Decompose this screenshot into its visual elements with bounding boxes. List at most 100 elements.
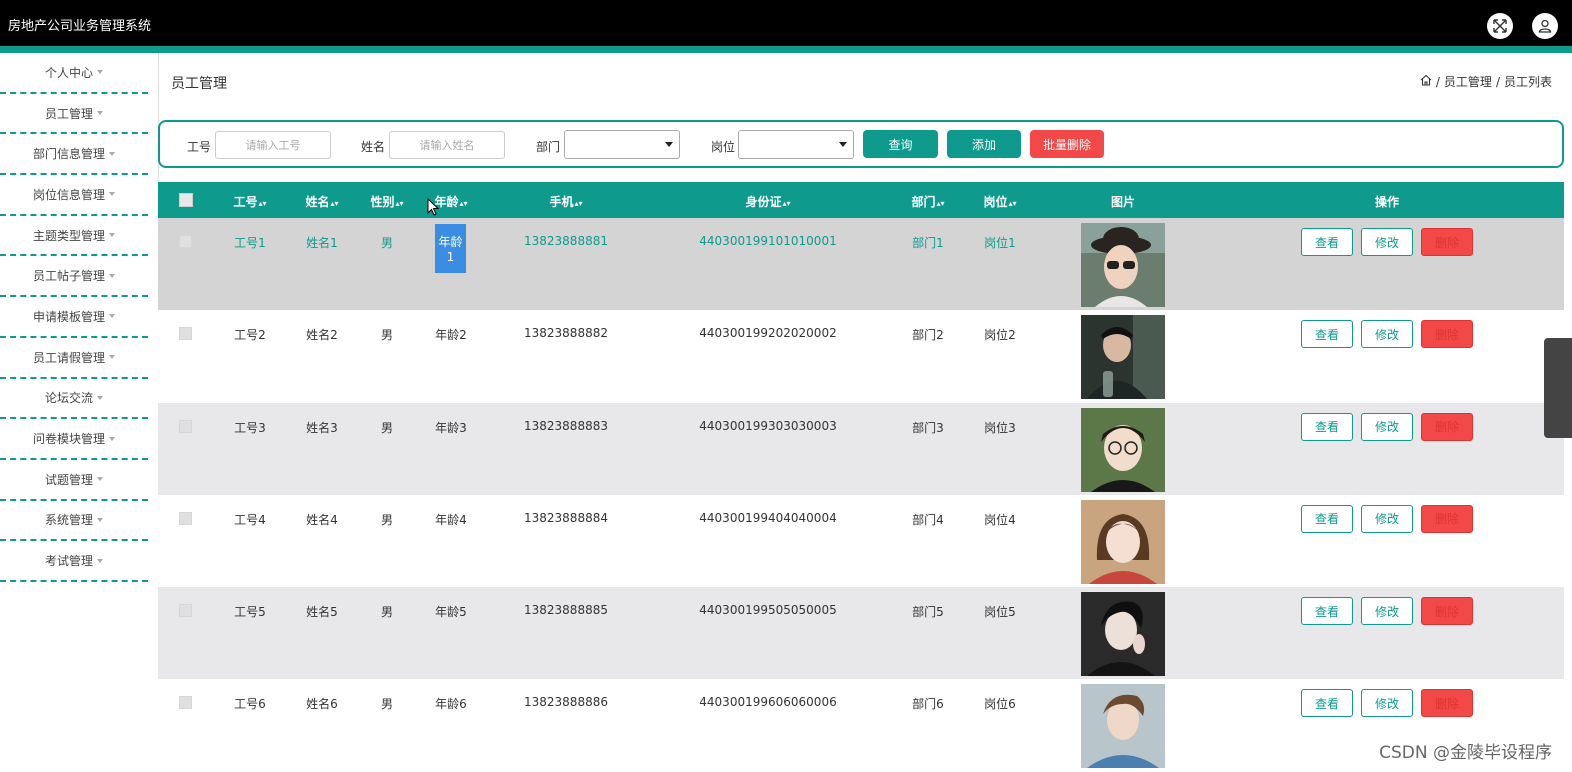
table-row[interactable]: 工号2 姓名2 男 年龄2 13823888882 44030019920202…	[158, 310, 1564, 403]
select-all-checkbox[interactable]	[179, 193, 193, 207]
column-header-label: 岗位	[983, 195, 1008, 209]
breadcrumb-item-employee-list: 员工列表	[1503, 75, 1552, 89]
column-header-gangwei[interactable]: 岗位▴▾	[970, 193, 1030, 210]
breadcrumb-item-employee-management[interactable]: 员工管理	[1444, 73, 1492, 90]
table-row[interactable]: 工号1 姓名1 男 年龄1 13823888881 44030019910101…	[158, 218, 1564, 311]
cell-shenfenzheng: 440300199303030003	[699, 418, 837, 433]
row-checkbox[interactable]	[179, 604, 192, 618]
column-header-bumen[interactable]: 部门▴▾	[898, 193, 958, 210]
sidebar-item-employee-post[interactable]: 员工帖子管理	[0, 256, 148, 298]
sidebar-item-label: 员工帖子管理	[32, 269, 105, 284]
cell-shouji: 13823888882	[524, 326, 608, 341]
view-button[interactable]: 查看	[1301, 228, 1353, 256]
cell-xingbie: 男	[380, 605, 393, 620]
row-checkbox[interactable]	[179, 696, 192, 710]
column-header-shenfenzheng[interactable]: 身份证▴▾	[718, 193, 818, 210]
cell-xingming: 姓名4	[306, 512, 338, 527]
cell-shenfenzheng: 440300199606060006	[699, 695, 837, 710]
row-checkbox[interactable]	[179, 419, 192, 433]
sort-icon: ▴▾	[459, 199, 468, 208]
chevron-down-icon	[109, 273, 115, 278]
sidebar-item-questions[interactable]: 试题管理	[0, 460, 148, 501]
cell-nianling: 年龄1	[435, 224, 466, 273]
delete-button[interactable]: 删除	[1421, 320, 1473, 349]
edit-button[interactable]: 修改	[1361, 412, 1413, 441]
column-header-gonghao[interactable]: 工号▴▾	[220, 193, 280, 210]
employee-photo[interactable]	[1081, 223, 1165, 307]
delete-button[interactable]: 删除	[1421, 228, 1473, 256]
view-button[interactable]: 查看	[1301, 597, 1353, 626]
table-row[interactable]: 工号5 姓名5 男 年龄5 13823888885 44030019950505…	[158, 587, 1564, 680]
edit-button[interactable]: 修改	[1361, 504, 1413, 533]
table-row[interactable]: 工号6 姓名6 男 年龄6 13823888886 44030019960606…	[158, 679, 1564, 772]
add-button[interactable]: 添加	[947, 130, 1021, 158]
sidebar-item-survey[interactable]: 问卷模块管理	[0, 419, 148, 460]
cell-bumen: 部门4	[912, 512, 944, 527]
edit-button[interactable]: 修改	[1361, 597, 1413, 626]
xingming-label: 姓名	[361, 140, 386, 154]
breadcrumb: / 员工管理 / 员工列表	[1420, 73, 1552, 90]
sidebar-item-label: 员工请假管理	[32, 350, 105, 365]
gangwei-select[interactable]	[738, 130, 854, 159]
sidebar-item-system[interactable]: 系统管理	[0, 501, 148, 542]
xingming-input[interactable]	[389, 131, 505, 159]
gonghao-label: 工号	[187, 140, 212, 154]
sidebar-item-position[interactable]: 岗位信息管理	[0, 175, 148, 216]
fullscreen-icon[interactable]	[1487, 13, 1513, 39]
view-button[interactable]: 查看	[1301, 689, 1353, 718]
cell-bumen: 部门3	[912, 420, 944, 435]
cell-xingbie: 男	[380, 512, 393, 527]
delete-button[interactable]: 删除	[1421, 412, 1473, 441]
employee-photo[interactable]	[1081, 499, 1165, 584]
sidebar-item-apply-template[interactable]: 申请模板管理	[0, 297, 148, 338]
row-checkbox[interactable]	[179, 235, 192, 248]
employee-table: 工号▴▾ 姓名▴▾ 性别▴▾ 年龄▴▾ 手机▴▾ 身份证▴▾ 部门▴▾ 岗位▴▾…	[158, 182, 1564, 772]
gonghao-input[interactable]	[215, 131, 331, 159]
sidebar-item-exam[interactable]: 考试管理	[0, 541, 148, 582]
sidebar-item-label: 考试管理	[44, 554, 93, 569]
table-row[interactable]: 工号3 姓名3 男 年龄3 13823888883 44030019930303…	[158, 402, 1564, 495]
sidebar-item-employee[interactable]: 员工管理	[0, 94, 148, 135]
employee-photo[interactable]	[1081, 407, 1165, 492]
cell-nianling: 年龄3	[435, 420, 467, 435]
side-collapse-tab[interactable]	[1544, 338, 1572, 438]
top-bar: 房地产公司业务管理系统	[0, 0, 1572, 46]
home-icon[interactable]	[1420, 74, 1432, 89]
view-button[interactable]: 查看	[1301, 504, 1353, 533]
column-header-xingbie[interactable]: 性别▴▾	[357, 193, 417, 210]
delete-button[interactable]: 删除	[1421, 689, 1473, 718]
batch-delete-button[interactable]: 批量删除	[1030, 130, 1104, 158]
column-header-tupian: 图片	[1110, 195, 1135, 209]
table-header: 工号▴▾ 姓名▴▾ 性别▴▾ 年龄▴▾ 手机▴▾ 身份证▴▾ 部门▴▾ 岗位▴▾…	[158, 182, 1564, 218]
sidebar-item-forum[interactable]: 论坛交流	[0, 379, 148, 420]
chevron-down-icon	[839, 142, 847, 147]
edit-button[interactable]: 修改	[1361, 320, 1413, 349]
row-checkbox[interactable]	[179, 511, 192, 525]
bumen-select[interactable]	[564, 130, 680, 159]
cell-gangwei: 岗位5	[984, 605, 1016, 620]
row-checkbox[interactable]	[179, 327, 192, 341]
column-header-xingming[interactable]: 姓名▴▾	[292, 193, 352, 210]
column-header-shouji[interactable]: 手机▴▾	[526, 193, 606, 210]
delete-button[interactable]: 删除	[1421, 597, 1473, 626]
sidebar-item-personal-center[interactable]: 个人中心	[0, 53, 148, 94]
cell-shenfenzheng: 440300199202020002	[699, 326, 837, 341]
delete-button[interactable]: 删除	[1421, 504, 1473, 533]
cell-nianling: 年龄5	[435, 605, 467, 620]
sidebar-item-department[interactable]: 部门信息管理	[0, 134, 148, 176]
cell-gangwei: 岗位1	[984, 236, 1016, 250]
cell-nianling: 年龄4	[435, 512, 467, 527]
user-icon[interactable]	[1532, 13, 1558, 39]
sidebar-item-leave[interactable]: 员工请假管理	[0, 338, 148, 379]
view-button[interactable]: 查看	[1301, 320, 1353, 349]
employee-photo[interactable]	[1081, 684, 1165, 769]
employee-photo[interactable]	[1081, 592, 1165, 677]
chevron-down-icon	[97, 558, 103, 563]
query-button[interactable]: 查询	[863, 130, 938, 158]
edit-button[interactable]: 修改	[1361, 228, 1413, 256]
sidebar-item-topic-type[interactable]: 主题类型管理	[0, 216, 148, 257]
view-button[interactable]: 查看	[1301, 412, 1353, 441]
edit-button[interactable]: 修改	[1361, 689, 1413, 718]
table-row[interactable]: 工号4 姓名4 男 年龄4 13823888884 44030019940404…	[158, 494, 1564, 588]
employee-photo[interactable]	[1081, 315, 1165, 400]
